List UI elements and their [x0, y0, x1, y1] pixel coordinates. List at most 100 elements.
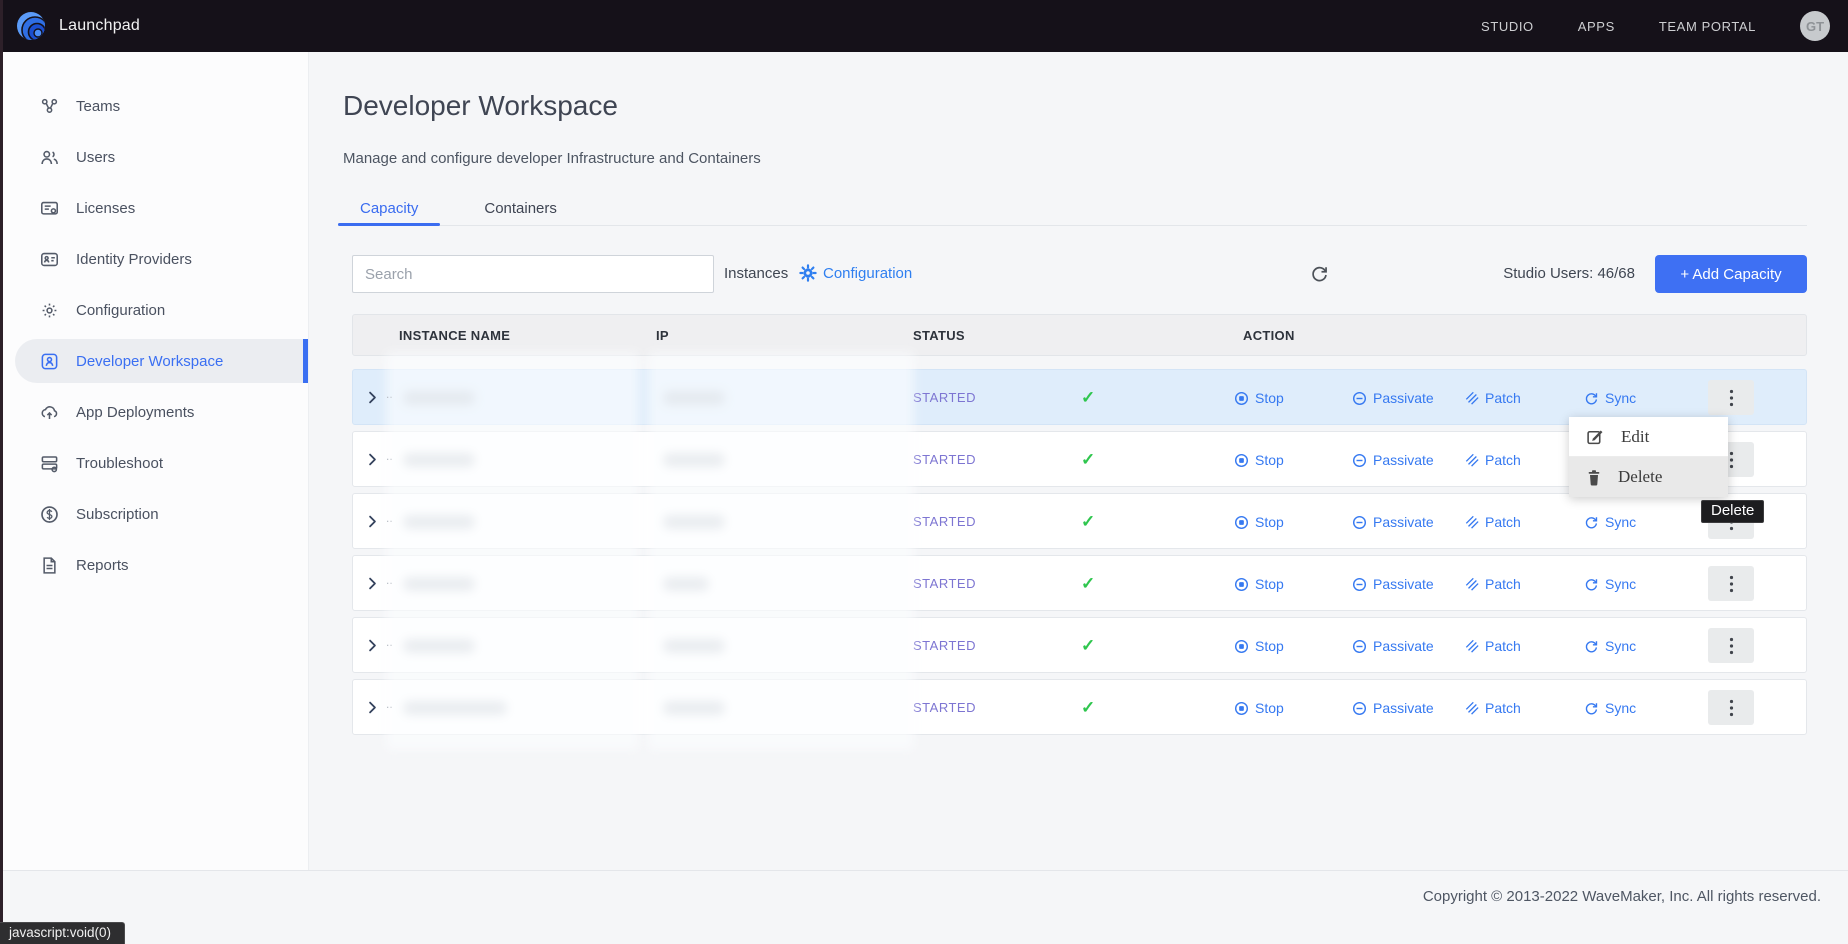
troubleshoot-icon — [40, 454, 59, 473]
nav-studio[interactable]: STUDIO — [1481, 19, 1534, 34]
stop-action[interactable]: Stop — [1234, 494, 1284, 550]
topnav: STUDIO APPS TEAM PORTAL GT — [1481, 11, 1848, 41]
status-badge: STARTED — [913, 432, 976, 488]
stop-action[interactable]: Stop — [1234, 556, 1284, 612]
refresh-icon[interactable] — [1310, 264, 1329, 288]
chevron-right-icon[interactable] — [366, 453, 379, 471]
success-check-icon: ✓ — [1081, 680, 1095, 736]
chevron-right-icon[interactable] — [366, 639, 379, 657]
configuration-link[interactable]: Configuration — [799, 264, 912, 282]
passivate-action[interactable]: Passivate — [1352, 680, 1434, 736]
sidebar-item-label: Identity Providers — [76, 251, 192, 268]
menu-item-edit[interactable]: Edit — [1569, 417, 1728, 457]
chevron-right-icon[interactable] — [366, 577, 379, 595]
sidebar: Teams Users Licenses Identity Providers … — [0, 52, 309, 870]
teams-icon — [40, 97, 59, 116]
stop-icon — [1239, 582, 1244, 587]
patch-icon — [1465, 577, 1479, 591]
passivate-action[interactable]: Passivate — [1352, 494, 1434, 550]
patch-action[interactable]: Patch — [1465, 370, 1521, 426]
patch-action[interactable]: Patch — [1465, 618, 1521, 674]
sidebar-item-configuration[interactable]: Configuration — [0, 288, 308, 332]
sidebar-item-users[interactable]: Users — [0, 135, 308, 179]
kebab-icon — [1729, 637, 1734, 655]
sync-action[interactable]: Sync — [1584, 494, 1636, 550]
patch-action[interactable]: Patch — [1465, 680, 1521, 736]
search-input[interactable] — [352, 255, 714, 293]
row-context-menu: Edit Delete — [1569, 417, 1728, 497]
sidebar-item-label: Teams — [76, 98, 120, 115]
status-badge: STARTED — [913, 556, 976, 612]
developer-workspace-icon — [40, 352, 59, 371]
row-menu-button[interactable] — [1708, 566, 1754, 601]
passivate-action[interactable]: Passivate — [1352, 370, 1434, 426]
sidebar-item-licenses[interactable]: Licenses — [0, 186, 308, 230]
patch-icon — [1465, 639, 1479, 653]
brand[interactable]: Launchpad — [0, 11, 140, 41]
sync-action[interactable]: Sync — [1584, 680, 1636, 736]
passivate-action[interactable]: Passivate — [1352, 432, 1434, 488]
ip-blur — [663, 391, 725, 405]
sidebar-item-label: Licenses — [76, 200, 135, 217]
instance-name-blur — [403, 701, 507, 715]
add-capacity-button[interactable]: + Add Capacity — [1655, 255, 1807, 293]
stop-action[interactable]: Stop — [1234, 618, 1284, 674]
sidebar-item-troubleshoot[interactable]: Troubleshoot — [0, 441, 308, 485]
table-row: .. STARTED ✓ Stop Passivate Patch Sync — [352, 555, 1807, 611]
status-badge: STARTED — [913, 370, 976, 426]
passivate-icon — [1352, 515, 1367, 530]
passivate-action[interactable]: Passivate — [1352, 618, 1434, 674]
instance-name-redacted: .. — [386, 573, 393, 587]
chevron-right-icon[interactable] — [366, 701, 379, 719]
nav-apps[interactable]: APPS — [1578, 19, 1615, 34]
delete-tooltip: Delete — [1701, 500, 1764, 523]
passivate-action[interactable]: Passivate — [1352, 556, 1434, 612]
users-icon — [40, 148, 59, 167]
patch-action[interactable]: Patch — [1465, 432, 1521, 488]
identity-providers-icon — [40, 250, 59, 269]
chevron-right-icon[interactable] — [366, 391, 379, 409]
stop-action[interactable]: Stop — [1234, 370, 1284, 426]
sync-action[interactable]: Sync — [1584, 618, 1636, 674]
menu-item-delete[interactable]: Delete — [1569, 457, 1728, 497]
sidebar-item-subscription[interactable]: Subscription — [0, 492, 308, 536]
sidebar-item-app-deployments[interactable]: App Deployments — [0, 390, 308, 434]
row-menu-button[interactable] — [1708, 628, 1754, 663]
copyright-text: Copyright © 2013-2022 WaveMaker, Inc. Al… — [1423, 888, 1821, 905]
tab-containers[interactable]: Containers — [462, 194, 579, 225]
row-menu-button[interactable] — [1708, 380, 1754, 415]
sidebar-item-identity-providers[interactable]: Identity Providers — [0, 237, 308, 281]
row-menu-button[interactable] — [1708, 690, 1754, 725]
configuration-icon — [40, 301, 59, 320]
sidebar-item-reports[interactable]: Reports — [0, 543, 308, 587]
instance-name-redacted: .. — [386, 387, 393, 401]
chevron-right-icon[interactable] — [366, 515, 379, 533]
gear-icon — [799, 264, 817, 282]
tab-capacity[interactable]: Capacity — [338, 194, 440, 225]
ip-blur — [663, 515, 725, 529]
trash-icon — [1586, 469, 1602, 486]
sidebar-item-teams[interactable]: Teams — [0, 84, 308, 128]
sync-action[interactable]: Sync — [1584, 556, 1636, 612]
stop-action[interactable]: Stop — [1234, 432, 1284, 488]
patch-icon — [1465, 701, 1479, 715]
sync-icon — [1584, 701, 1599, 716]
nav-team-portal[interactable]: TEAM PORTAL — [1659, 19, 1756, 34]
kebab-icon — [1729, 699, 1734, 717]
avatar[interactable]: GT — [1800, 11, 1830, 41]
sidebar-item-label: App Deployments — [76, 404, 194, 421]
stop-icon — [1239, 644, 1244, 649]
column-ip: IP — [656, 315, 669, 357]
sidebar-item-developer-workspace[interactable]: Developer Workspace — [15, 339, 308, 383]
patch-action[interactable]: Patch — [1465, 556, 1521, 612]
licenses-icon — [40, 199, 59, 218]
table-row: .. STARTED ✓ Stop Passivate Patch Sync — [352, 679, 1807, 735]
stop-icon — [1239, 706, 1244, 711]
stop-action[interactable]: Stop — [1234, 680, 1284, 736]
patch-icon — [1465, 453, 1479, 467]
sidebar-item-label: Developer Workspace — [76, 353, 223, 370]
sidebar-item-label: Troubleshoot — [76, 455, 163, 472]
column-status: STATUS — [913, 315, 965, 357]
passivate-icon — [1352, 391, 1367, 406]
patch-action[interactable]: Patch — [1465, 494, 1521, 550]
